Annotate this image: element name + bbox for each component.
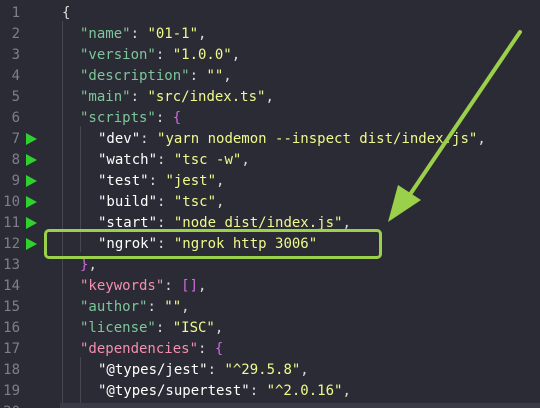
arrow-annotation-icon bbox=[388, 30, 522, 222]
code-editor[interactable]: 1{2 "name": "01-1", 3 "version": "1.0.0", 4 "… bbox=[0, 0, 540, 408]
horizontal-scrollbar[interactable] bbox=[60, 403, 540, 408]
